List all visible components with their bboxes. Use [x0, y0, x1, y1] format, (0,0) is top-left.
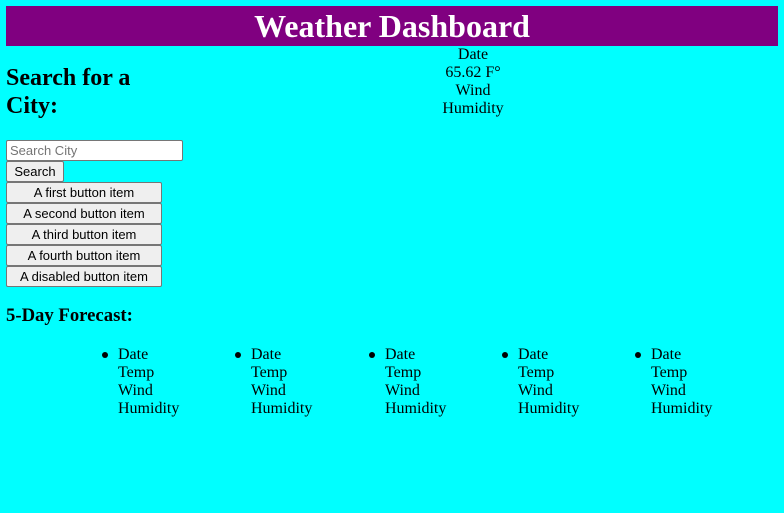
city-button-1[interactable]: A first button item	[6, 182, 162, 203]
forecast-temp: Temp	[385, 364, 422, 381]
forecast-day-4: Date Temp Wind Humidity	[502, 346, 628, 418]
forecast-wind: Wind	[518, 382, 553, 399]
forecast-humidity: Humidity	[118, 400, 180, 417]
forecast-wind: Wind	[651, 382, 686, 399]
forecast-temp: Temp	[251, 364, 288, 381]
search-heading: Search for a City:	[6, 65, 131, 119]
bullet-icon	[502, 352, 508, 358]
city-button-4[interactable]: A fourth button item	[6, 245, 162, 266]
forecast-humidity: Humidity	[385, 400, 447, 417]
bullet-icon	[235, 352, 241, 358]
bullet-icon	[635, 352, 641, 358]
forecast-day-5: Date Temp Wind Humidity	[635, 346, 761, 418]
search-button[interactable]: Search	[6, 161, 64, 182]
forecast-temp: Temp	[651, 364, 688, 381]
city-button-3[interactable]: A third button item	[6, 224, 162, 245]
forecast-day-3: Date Temp Wind Humidity	[369, 346, 495, 418]
current-date: Date	[457, 46, 489, 63]
forecast-humidity: Humidity	[518, 400, 580, 417]
city-button-disabled: A disabled button item	[6, 266, 162, 287]
search-input[interactable]	[6, 140, 183, 161]
forecast-temp: Temp	[118, 364, 155, 381]
current-humidity: Humidity	[442, 100, 504, 117]
forecast-wind: Wind	[251, 382, 286, 399]
forecast-temp: Temp	[518, 364, 555, 381]
page-title: Weather Dashboard	[6, 6, 778, 46]
forecast-humidity: Humidity	[651, 400, 713, 417]
forecast-date: Date	[651, 346, 682, 363]
city-button-2[interactable]: A second button item	[6, 203, 162, 224]
forecast-heading: 5-Day Forecast:	[6, 305, 133, 326]
forecast-date: Date	[385, 346, 416, 363]
bullet-icon	[369, 352, 375, 358]
forecast-wind: Wind	[385, 382, 420, 399]
forecast-day-2: Date Temp Wind Humidity	[235, 346, 361, 418]
forecast-date: Date	[118, 346, 149, 363]
forecast-humidity: Humidity	[251, 400, 313, 417]
forecast-date: Date	[251, 346, 282, 363]
forecast-wind: Wind	[118, 382, 153, 399]
current-weather: Date 65.62 F° Wind Humidity	[373, 46, 573, 118]
current-wind: Wind	[455, 82, 491, 99]
forecast-date: Date	[518, 346, 549, 363]
weather-dashboard-page: Weather Dashboard Search for a City: Sea…	[0, 0, 784, 513]
bullet-icon	[102, 352, 108, 358]
forecast-list: Date Temp Wind Humidity Date Temp Wind H…	[0, 346, 784, 426]
current-temp: 65.62 F°	[445, 64, 501, 81]
forecast-day-1: Date Temp Wind Humidity	[102, 346, 228, 418]
